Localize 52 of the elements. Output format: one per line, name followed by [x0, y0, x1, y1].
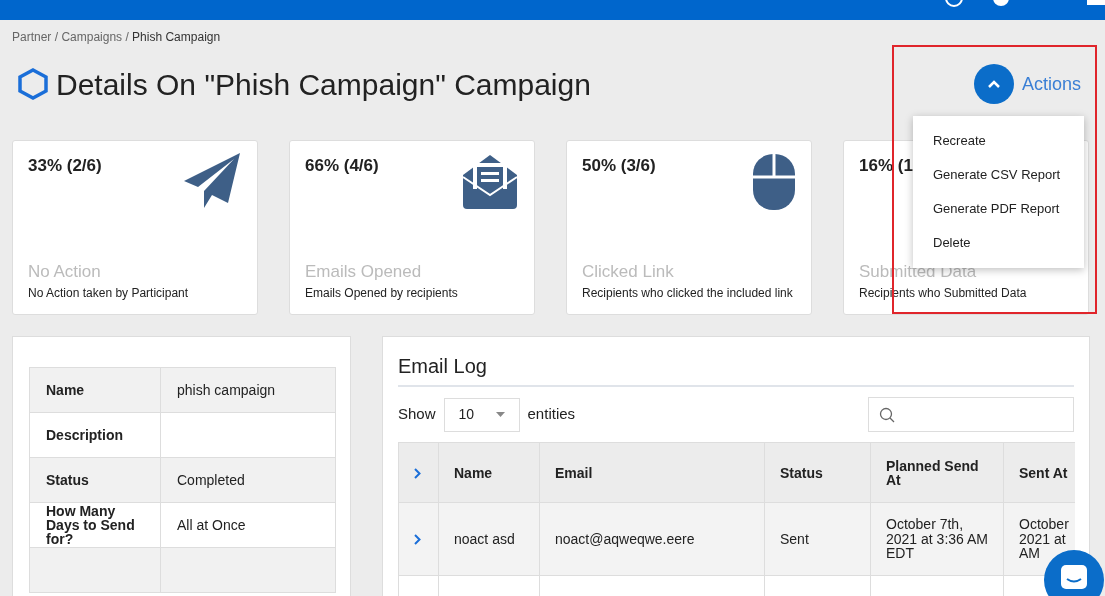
- section-title: Email Log: [398, 351, 1074, 387]
- stat-caption: No Action taken by Participant: [28, 285, 190, 302]
- separator: /: [53, 30, 60, 44]
- breadcrumb-link[interactable]: Partner: [12, 30, 52, 44]
- column-header: Sent At: [1003, 442, 1075, 503]
- chat-button[interactable]: [1044, 550, 1104, 596]
- stat-value: 66% (4/6): [305, 155, 379, 177]
- table-cell: Sent: [764, 502, 871, 576]
- actions-link[interactable]: Actions: [1021, 70, 1081, 98]
- chevron-right-icon[interactable]: [414, 534, 421, 546]
- hexagon-icon: [18, 68, 48, 100]
- column-header: Name: [438, 442, 540, 503]
- menu-item[interactable]: Delete: [913, 226, 1084, 260]
- field-label: Description: [29, 412, 161, 458]
- separator: /: [124, 30, 130, 44]
- field-value: All at Once: [160, 502, 336, 548]
- field-label: Name: [29, 367, 161, 413]
- breadcrumb-link[interactable]: Campaigns: [61, 30, 123, 44]
- menu-item[interactable]: Generate CSV Report: [913, 158, 1084, 192]
- stat-label: Clicked Link: [582, 260, 675, 283]
- stat-value: 50% (3/6): [582, 155, 656, 177]
- caret-icon: [495, 412, 505, 417]
- stat-value: 16% (1: [859, 155, 913, 177]
- stat-caption: Emails Opened by recipients: [305, 285, 459, 302]
- chevron-button[interactable]: [973, 64, 1014, 104]
- table-cell: noact asd: [438, 502, 540, 576]
- stat-label: Emails Opened: [305, 260, 423, 283]
- stat-caption: Recipients who clicked the included link: [582, 285, 794, 302]
- stat-value: 33% (2/6): [28, 155, 102, 177]
- breadcrumb-current: Phish Campaign: [132, 30, 221, 44]
- mouse-icon: [752, 153, 796, 211]
- stat-label: No Action: [28, 260, 102, 283]
- page-title: Details On "Phish Campaign" Campaign: [56, 66, 591, 103]
- menu-item[interactable]: Recreate: [913, 124, 1084, 158]
- field-label: Status: [29, 457, 161, 503]
- column-header: Email: [539, 442, 765, 503]
- search-icon: [879, 406, 895, 423]
- menu-item[interactable]: Generate PDF Report: [913, 192, 1084, 226]
- open-envelope-icon: [461, 153, 519, 209]
- page-size-select[interactable]: 10: [443, 397, 520, 432]
- search-field[interactable]: [868, 397, 1074, 432]
- field-value: Completed: [160, 457, 336, 503]
- field-label: How Many Days to Send for?: [29, 502, 161, 548]
- column-header: Planned Send At: [870, 442, 1004, 503]
- table-cell: noact@aqweqwe.eere: [539, 502, 765, 576]
- column-header: Status: [764, 442, 871, 503]
- chevron-right-icon[interactable]: [414, 468, 421, 480]
- show-label: Show: [398, 404, 436, 425]
- table-cell: October 7th, 2021 at 3:36 AM EDT: [870, 502, 1004, 576]
- entities-label: entities: [527, 404, 576, 425]
- field-value: phish campaign: [160, 367, 336, 413]
- paper-plane-icon: [184, 153, 242, 209]
